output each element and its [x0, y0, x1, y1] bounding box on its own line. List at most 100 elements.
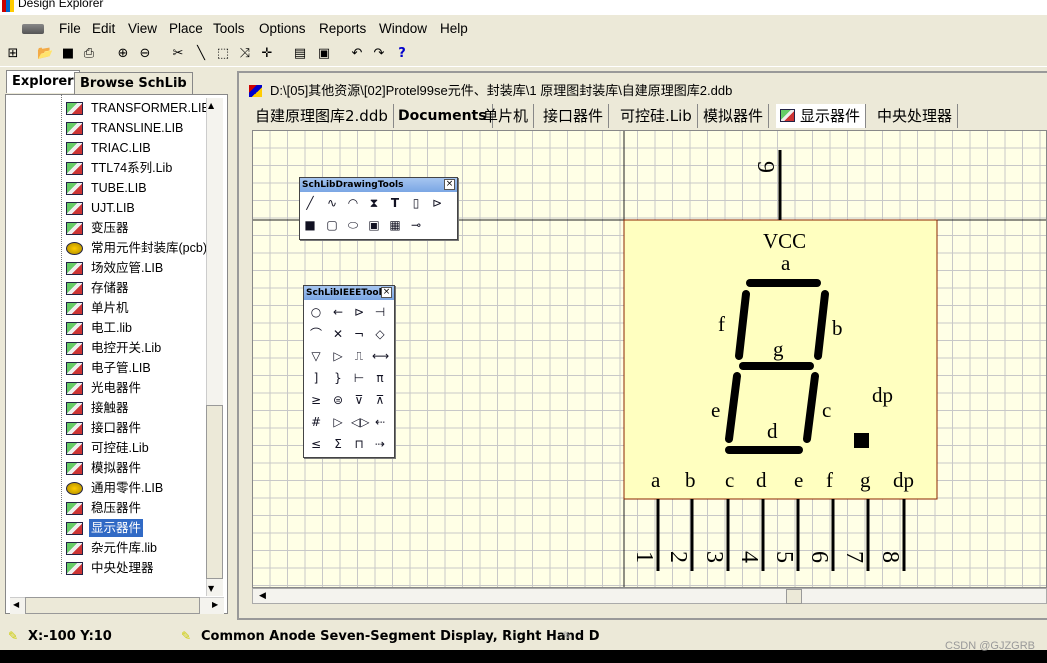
- scroll-down-arrow-icon[interactable]: ▼: [208, 584, 214, 593]
- image-tool-icon[interactable]: ▣: [366, 217, 382, 233]
- cut-icon[interactable]: ✂: [170, 46, 186, 62]
- undo-icon[interactable]: ↶: [349, 46, 365, 62]
- drawing-tools-palette[interactable]: SchLibDrawingTools × ╱ ∿ ◠ ⧗ T ▯ ⊳ ■ ▢ ⬭…: [299, 177, 458, 240]
- system-menu-icon[interactable]: [22, 24, 44, 34]
- ieee-delay-icon[interactable]: ⟷: [372, 348, 389, 364]
- scroll-left-arrow-icon[interactable]: ◀: [259, 591, 266, 601]
- tab-analog-devices[interactable]: 模拟器件: [698, 104, 770, 128]
- menu-window[interactable]: Window: [379, 21, 427, 36]
- ieee-shift-right-icon[interactable]: ⇢: [372, 436, 388, 452]
- ieee-not-logic-icon[interactable]: ✕: [330, 326, 346, 342]
- open-folder-icon[interactable]: 📂: [37, 46, 53, 62]
- ieee-digital-input-icon[interactable]: #: [308, 414, 324, 430]
- library-icon: [66, 402, 83, 415]
- ieee-clock-icon[interactable]: ⊳: [351, 304, 367, 320]
- redo-icon[interactable]: ↷: [371, 46, 387, 62]
- zoom-out-icon[interactable]: ⊖: [137, 46, 153, 62]
- library-icon: [66, 342, 83, 355]
- zoom-in-icon[interactable]: ⊕: [115, 46, 131, 62]
- tab-display-devices[interactable]: 显示器件: [776, 104, 867, 128]
- tab-explorer[interactable]: Explorer: [6, 70, 80, 93]
- ieee-inverter-icon[interactable]: ▷: [330, 414, 346, 430]
- app-icon: [2, 0, 14, 12]
- text-tool-icon[interactable]: T: [387, 195, 403, 211]
- tab-browse-schlib[interactable]: Browse SchLib: [74, 72, 193, 95]
- tab-microcontroller[interactable]: 单片机: [478, 104, 535, 128]
- ieee-schmitt-icon[interactable]: ⊓: [351, 436, 367, 452]
- polygon-tool-icon[interactable]: ⧗: [366, 195, 382, 211]
- save-icon[interactable]: ■: [60, 46, 76, 62]
- ieee-open-collector-icon[interactable]: ◇: [372, 326, 388, 342]
- ieee-analog-icon[interactable]: ⌒: [308, 326, 324, 342]
- library-icon: [66, 122, 83, 135]
- ieee-bidirectional-icon[interactable]: ◁▷: [351, 414, 369, 430]
- library-icon: [66, 262, 83, 275]
- print-icon[interactable]: ⎙: [81, 46, 97, 62]
- ieee-pi-icon[interactable]: π: [372, 370, 388, 386]
- draw-line-icon[interactable]: ╲: [193, 46, 209, 62]
- select-icon[interactable]: ⬚: [215, 46, 231, 62]
- canvas-horizontal-scrollbar[interactable]: ◀: [252, 588, 1047, 604]
- library-icon[interactable]: ▤: [292, 46, 308, 62]
- menu-edit[interactable]: Edit: [92, 21, 115, 36]
- ieee-open-emitter-icon[interactable]: ⊽: [351, 392, 367, 408]
- menu-place[interactable]: Place: [169, 21, 203, 36]
- deselect-icon[interactable]: ⤨: [237, 46, 253, 62]
- port-tool-icon[interactable]: ⊳: [429, 195, 445, 211]
- ieee-rightleft-icon[interactable]: ←: [330, 304, 346, 320]
- component-icon[interactable]: ▣: [316, 46, 332, 62]
- ieee-active-low-input-icon[interactable]: ⊣: [372, 304, 388, 320]
- bezier-tool-icon[interactable]: ∿: [324, 195, 340, 211]
- ieee-open-emitter-pullup-icon[interactable]: ⊼: [372, 392, 388, 408]
- rectangle-tool-icon[interactable]: ■: [302, 217, 318, 233]
- array-tool-icon[interactable]: ▦: [387, 217, 403, 233]
- ieee-group-binary-icon[interactable]: }: [330, 370, 346, 386]
- ieee-pulse-icon[interactable]: ⎍: [351, 348, 367, 364]
- tree-vertical-scroll-thumb[interactable]: [206, 405, 223, 579]
- scroll-up-arrow-icon[interactable]: ▲: [208, 101, 214, 110]
- schematic-canvas[interactable]: VCC a b c d e f g dp a b c d e f g dp 9 …: [252, 130, 1047, 588]
- design-manager-icon[interactable]: ⊞: [5, 46, 21, 62]
- ieee-less-equal-icon[interactable]: ≤: [308, 436, 324, 452]
- watermark: CSDN @GJZGRB: [945, 640, 1036, 652]
- tab-ddb[interactable]: 自建原理图库2.ddb: [250, 104, 394, 128]
- ieee-dot-icon[interactable]: ○: [308, 304, 324, 320]
- label-a: a: [781, 251, 791, 275]
- ieee-sigma-icon[interactable]: Σ: [330, 436, 346, 452]
- ieee-group-line-icon[interactable]: ]: [308, 370, 324, 386]
- tree-horizontal-scroll-thumb[interactable]: [25, 597, 200, 614]
- tab-thyristor-lib[interactable]: 可控硅.Lib: [615, 104, 698, 128]
- ieee-tools-palette[interactable]: SchLibIEEETools × ○ ← ⊳ ⊣ ⌒ ✕ ¬ ◇ ▽ ▷ ⎍ …: [303, 285, 395, 458]
- ieee-postponed-icon[interactable]: ¬: [351, 326, 367, 342]
- rounded-rect-tool-icon[interactable]: ▢: [324, 217, 340, 233]
- ieee-hiz-icon[interactable]: ▽: [308, 348, 324, 364]
- part-tool-icon[interactable]: ▯: [408, 195, 424, 211]
- pin-tool-icon[interactable]: ⊸: [408, 217, 424, 233]
- tab-cpu[interactable]: 中央处理器: [872, 104, 959, 128]
- menu-help[interactable]: Help: [440, 21, 468, 36]
- arc-tool-icon[interactable]: ◠: [345, 195, 361, 211]
- line-tool-icon[interactable]: ╱: [302, 195, 318, 211]
- scroll-left-arrow-icon[interactable]: ◀: [13, 600, 19, 609]
- ieee-high-current-icon[interactable]: ▷: [330, 348, 346, 364]
- close-icon[interactable]: ×: [444, 179, 455, 190]
- menu-tools[interactable]: Tools: [213, 21, 245, 36]
- library-icon: [66, 562, 83, 575]
- ieee-output-low-icon[interactable]: ⊢: [351, 370, 367, 386]
- menu-view[interactable]: View: [128, 21, 157, 36]
- move-icon[interactable]: ✛: [259, 46, 275, 62]
- library-icon: [66, 462, 83, 475]
- help-icon[interactable]: ?: [394, 46, 410, 62]
- close-icon[interactable]: ×: [381, 287, 392, 298]
- menu-reports[interactable]: Reports: [319, 21, 366, 36]
- tab-interface-devices[interactable]: 接口器件: [538, 104, 610, 128]
- ellipse-tool-icon[interactable]: ⬭: [345, 217, 361, 233]
- canvas-scroll-thumb[interactable]: [786, 589, 802, 604]
- library-icon: [780, 109, 795, 122]
- ieee-greater-equal-icon[interactable]: ≥: [308, 392, 324, 408]
- ieee-open-collector-pullup-icon[interactable]: ⊜: [330, 392, 346, 408]
- ieee-left-right-signal-icon[interactable]: ⇠: [372, 414, 388, 430]
- menu-options[interactable]: Options: [259, 21, 306, 36]
- menu-file[interactable]: File: [59, 21, 81, 36]
- scroll-right-arrow-icon[interactable]: ▶: [212, 600, 218, 609]
